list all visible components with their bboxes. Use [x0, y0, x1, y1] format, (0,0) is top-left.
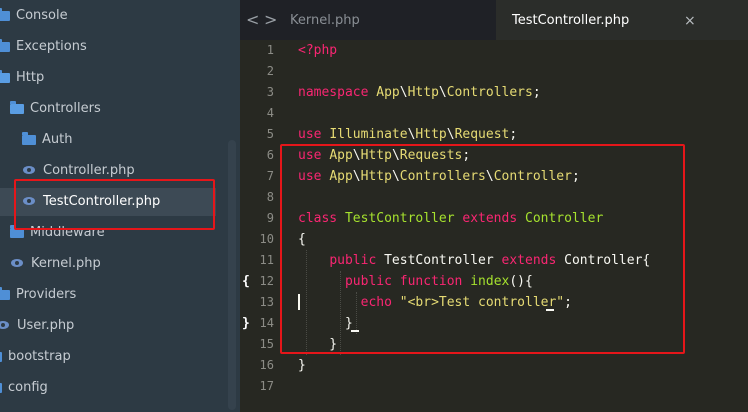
folder-icon — [0, 38, 10, 52]
fold-open-marker[interactable]: { — [242, 271, 250, 292]
folder-open-icon — [0, 69, 10, 83]
sidebar-item-label: Controllers — [30, 101, 101, 116]
sidebar-item-console[interactable]: Console — [0, 2, 68, 30]
line-number: 5 — [266, 127, 274, 141]
sidebar-item-label: Kernel.php — [31, 256, 101, 271]
sidebar-item-label: bootstrap — [8, 349, 71, 364]
annotation-box-code — [280, 144, 685, 354]
sidebar-item-label: Auth — [42, 132, 73, 147]
sidebar-item-label: Providers — [16, 287, 77, 302]
sidebar-item-label: Controller.php — [43, 163, 135, 178]
line-number: 14 — [259, 316, 274, 330]
fold-close-marker[interactable]: } — [242, 313, 250, 334]
line-number: 3 — [266, 85, 274, 99]
sidebar-item-label: Console — [16, 8, 68, 23]
line-number: 15 — [259, 337, 274, 351]
php-icon — [22, 165, 37, 176]
line-number: 6 — [266, 148, 274, 162]
sidebar-item-auth[interactable]: Auth — [22, 126, 72, 154]
sidebar-item-controllers[interactable]: Controllers — [10, 95, 101, 123]
sidebar-item-exceptions[interactable]: Exceptions — [0, 33, 87, 61]
line-number: 12 — [259, 274, 274, 288]
tab-testcontroller-php[interactable]: TestController.php × — [496, 0, 748, 40]
sidebar-item-http[interactable]: Http — [0, 64, 44, 92]
folder-icon — [0, 7, 10, 21]
code-line: use Illuminate\Http\Request; — [298, 127, 518, 142]
annotation-box-sidebar — [14, 179, 215, 230]
tab-kernel-php[interactable]: Kernel.php — [290, 0, 360, 40]
line-number: 4 — [266, 106, 274, 120]
sidebar-item-kernel-php[interactable]: Kernel.php — [10, 250, 101, 278]
code-line: namespace App\Http\Controllers; — [298, 85, 541, 100]
line-number: 11 — [259, 253, 274, 267]
sidebar-item-bootstrap[interactable]: bootstrap — [0, 343, 71, 371]
close-icon[interactable]: × — [684, 0, 696, 42]
folder-icon — [0, 286, 10, 300]
back-arrow-icon[interactable]: < — [246, 10, 259, 30]
sidebar-item-label: config — [8, 380, 48, 395]
code-line: } — [298, 358, 306, 373]
tab-bar: < > Kernel.php TestController.php × — [240, 0, 748, 40]
line-number: 7 — [266, 169, 274, 183]
line-number: 9 — [266, 211, 274, 225]
line-number: 17 — [259, 379, 274, 393]
folder-icon — [22, 131, 36, 145]
sidebar-item-user-php[interactable]: User.php — [0, 312, 74, 340]
sidebar-item-label: Http — [16, 70, 45, 85]
tab-label: Kernel.php — [290, 13, 360, 28]
line-number: 8 — [266, 190, 274, 204]
php-icon — [0, 320, 11, 331]
sidebar-item-config[interactable]: config — [0, 374, 48, 402]
line-number: 1 — [266, 43, 274, 57]
folder-icon — [0, 382, 2, 393]
line-number: 13 — [259, 295, 274, 309]
sidebar-item-label: Exceptions — [16, 39, 87, 54]
line-number: 2 — [266, 64, 274, 78]
line-number: 16 — [259, 358, 274, 372]
tab-label: TestController.php — [512, 13, 630, 28]
sidebar-item-label: User.php — [17, 318, 75, 333]
code-line: <?php — [298, 43, 338, 58]
sidebar-item-providers[interactable]: Providers — [0, 281, 76, 309]
folder-icon — [0, 351, 2, 362]
forward-arrow-icon[interactable]: > — [264, 10, 277, 30]
line-number: 10 — [259, 232, 274, 246]
php-icon — [10, 258, 25, 269]
folder-open-icon — [10, 100, 24, 114]
